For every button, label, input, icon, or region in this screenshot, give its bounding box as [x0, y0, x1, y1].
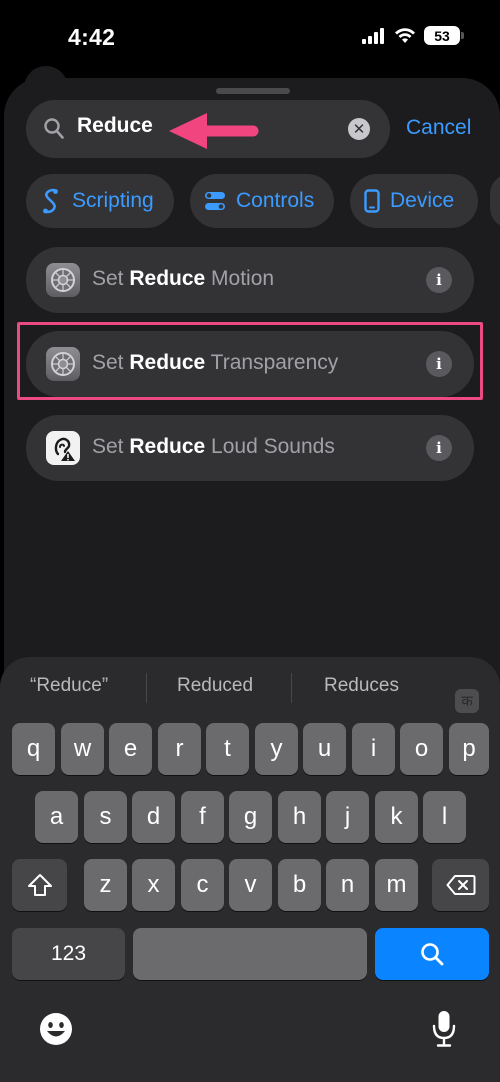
search-icon [421, 943, 444, 966]
scripting-icon [43, 188, 58, 214]
key-a[interactable]: a [35, 791, 78, 843]
key-l[interactable]: l [423, 791, 466, 843]
result-suffix: Motion [205, 267, 275, 290]
emoji-key[interactable] [30, 1003, 82, 1055]
delete-backspace-icon [446, 875, 475, 895]
shift-key[interactable] [12, 859, 67, 911]
chip-device[interactable]: Device [350, 174, 478, 228]
result-match: Reduce [129, 435, 206, 458]
key-q[interactable]: q [12, 723, 55, 775]
key-w[interactable]: w [61, 723, 104, 775]
info-button[interactable]: i [426, 267, 452, 293]
dictation-key[interactable] [420, 1003, 468, 1055]
key-g[interactable]: g [229, 791, 272, 843]
key-m[interactable]: m [375, 859, 418, 911]
key-v[interactable]: v [229, 859, 272, 911]
status-icons: 53 [362, 26, 464, 45]
key-k[interactable]: k [375, 791, 418, 843]
result-suffix: Loud Sounds [205, 435, 335, 458]
search-query[interactable]: Reduce [77, 114, 153, 138]
search-key[interactable] [375, 928, 489, 980]
search-icon [44, 118, 64, 139]
suggestion-divider [146, 673, 147, 703]
predictive-bar: “Reduce” Reduced Reduces क [0, 669, 500, 713]
delete-key[interactable] [432, 859, 489, 911]
settings-gear-icon [46, 263, 80, 297]
result-label: Set Reduce Motion [92, 267, 274, 291]
sheet-grabber[interactable] [216, 88, 290, 94]
clear-search-icon[interactable]: ✕ [348, 118, 370, 140]
key-x[interactable]: x [132, 859, 175, 911]
language-key[interactable]: क [455, 689, 479, 713]
annotation-highlight-box [17, 322, 483, 400]
space-key[interactable] [133, 928, 367, 980]
chip-controls[interactable]: Controls [190, 174, 334, 228]
key-d[interactable]: d [132, 791, 175, 843]
emoji-icon [40, 1013, 72, 1045]
controls-toggle-icon [205, 192, 225, 210]
suggestion-1[interactable]: “Reduce” [30, 675, 108, 697]
key-h[interactable]: h [278, 791, 321, 843]
chip-scripting[interactable]: Scripting [26, 174, 174, 228]
suggestion-2[interactable]: Reduced [177, 675, 253, 697]
ear-warning-icon [46, 431, 80, 465]
key-b[interactable]: b [278, 859, 321, 911]
microphone-icon [432, 1011, 456, 1047]
keyboard: “Reduce” Reduced Reduces क q w e r t y u… [0, 657, 500, 1082]
key-i[interactable]: i [352, 723, 395, 775]
key-t[interactable]: t [206, 723, 249, 775]
device-phone-icon [364, 189, 380, 213]
suggestion-3[interactable]: Reduces [324, 675, 399, 697]
chip-controls-label: Controls [236, 189, 315, 212]
suggestion-divider [291, 673, 292, 703]
status-time: 4:42 [68, 24, 116, 50]
cancel-button[interactable]: Cancel [406, 116, 471, 140]
result-prefix: Set [92, 267, 130, 290]
shift-arrow-icon [27, 874, 52, 896]
annotation-arrow-icon [169, 113, 259, 149]
result-label: Set Reduce Loud Sounds [92, 435, 335, 459]
battery-level: 53 [434, 27, 450, 44]
key-y[interactable]: y [255, 723, 298, 775]
result-prefix: Set [92, 435, 130, 458]
key-c[interactable]: c [181, 859, 224, 911]
wifi-icon [395, 27, 415, 43]
numbers-key[interactable]: 123 [12, 928, 125, 980]
chip-more[interactable] [490, 174, 500, 228]
cellular-signal-icon [362, 27, 384, 44]
key-o[interactable]: o [400, 723, 443, 775]
result-set-reduce-loud-sounds[interactable]: Set Reduce Loud Sounds i [26, 415, 474, 481]
key-u[interactable]: u [303, 723, 346, 775]
key-j[interactable]: j [326, 791, 369, 843]
key-z[interactable]: z [84, 859, 127, 911]
key-n[interactable]: n [326, 859, 369, 911]
key-e[interactable]: e [109, 723, 152, 775]
category-chips: Scripting Controls Device [26, 174, 500, 228]
key-r[interactable]: r [158, 723, 201, 775]
key-s[interactable]: s [84, 791, 127, 843]
result-set-reduce-motion[interactable]: Set Reduce Motion i [26, 247, 474, 313]
result-match: Reduce [129, 267, 206, 290]
key-f[interactable]: f [181, 791, 224, 843]
battery-indicator: 53 [424, 26, 464, 45]
key-p[interactable]: p [449, 723, 489, 775]
chip-scripting-label: Scripting [72, 189, 154, 212]
chip-device-label: Device [390, 189, 455, 212]
info-button[interactable]: i [426, 435, 452, 461]
status-bar: 4:42 53 [0, 0, 500, 70]
